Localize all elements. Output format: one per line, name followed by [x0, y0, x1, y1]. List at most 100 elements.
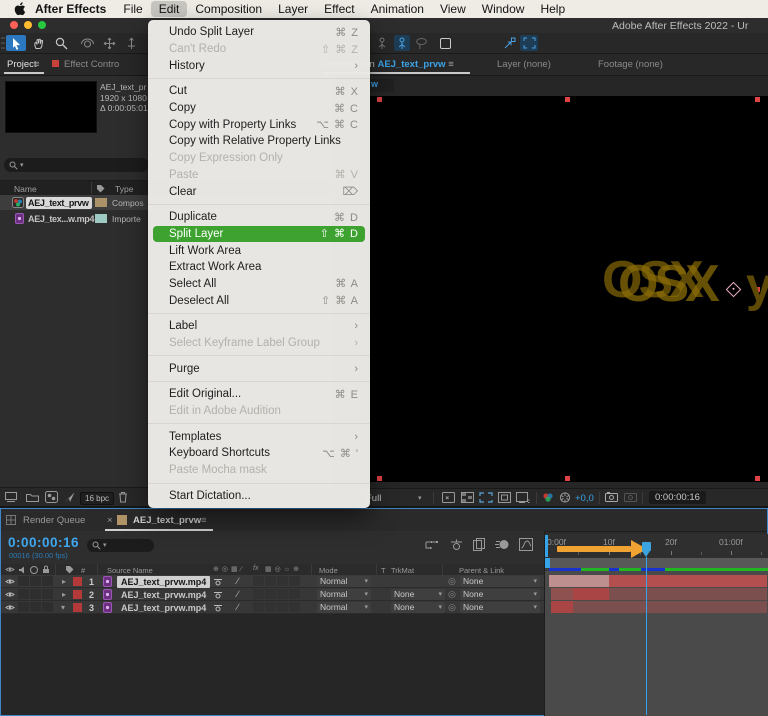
tab-layer[interactable]: Layer (none)	[497, 59, 551, 70]
menubar-item[interactable]: Effect	[316, 1, 362, 17]
playhead-grabber[interactable]	[642, 542, 651, 551]
folder-icon[interactable]	[26, 492, 39, 502]
layer-row-1[interactable]: ▸ 1 AEJ_text_prvw.mp4 ∕ Normal▾ ◎ None▾	[1, 575, 767, 588]
rasterize-switch-icon[interactable]: ∕	[237, 602, 239, 612]
pan-camera-tool-button[interactable]	[100, 35, 118, 51]
timeline-search-input[interactable]: ▾	[87, 539, 154, 552]
layer-handle[interactable]	[565, 97, 570, 102]
transparency-grid-icon[interactable]	[461, 492, 474, 503]
selection-tool-button[interactable]	[6, 35, 26, 51]
menubar-item[interactable]: Edit	[151, 1, 188, 17]
audio-cell[interactable]	[18, 602, 29, 612]
edit-menu-item[interactable]: Select Keyframe Label Group ›	[148, 335, 370, 352]
mode-column[interactable]: Mode	[319, 566, 338, 575]
current-time-display[interactable]: 0:00:00:16	[8, 535, 79, 550]
exposure-value[interactable]: +0,0	[575, 493, 594, 504]
edit-menu-item[interactable]: Copy with Relative Property Links	[148, 133, 370, 150]
work-area-bar[interactable]	[544, 558, 768, 568]
eye-icon[interactable]	[5, 604, 15, 611]
apple-menu-icon[interactable]	[14, 2, 26, 16]
switch-cell[interactable]	[253, 576, 264, 586]
composition-tab-menu-icon[interactable]: ≡	[448, 59, 454, 70]
collapse-arrow-icon[interactable]: ▾	[61, 603, 65, 612]
edit-menu-item[interactable]: Templates ›	[148, 428, 370, 445]
layer-bar-dim[interactable]	[549, 575, 609, 587]
eye-column-icon[interactable]	[5, 566, 15, 573]
tab-timeline-comp[interactable]: AEJ_text_prvw	[133, 515, 201, 526]
edit-menu-item[interactable]: Label ›	[148, 318, 370, 335]
menubar-app-name[interactable]: After Effects	[26, 2, 115, 16]
layer-handle[interactable]	[755, 476, 760, 481]
label-column-tag-icon[interactable]	[96, 184, 105, 193]
solo-cell[interactable]	[30, 602, 41, 612]
layer-bar[interactable]	[573, 588, 609, 600]
switch-cell[interactable]	[277, 602, 288, 612]
layer-label-swatch[interactable]	[73, 603, 82, 612]
footage-label-swatch[interactable]	[95, 214, 107, 223]
pickwhip-icon[interactable]: ◎	[448, 589, 456, 600]
switches-columns-icons[interactable]: ▦◎☼⊕	[265, 565, 302, 573]
edit-menu-item[interactable]: Keyboard Shortcuts ⌥ ⌘ '	[148, 445, 370, 462]
edit-menu-item[interactable]: Lift Work Area	[148, 242, 370, 259]
menubar-item[interactable]: Animation	[363, 1, 432, 17]
switch-cell[interactable]	[277, 576, 288, 586]
zoom-window-button[interactable]	[38, 21, 46, 29]
edit-menu-item[interactable]: Purge ›	[148, 360, 370, 377]
menubar-item[interactable]: Help	[532, 1, 573, 17]
t-column[interactable]: T	[381, 566, 386, 575]
label-column-tag-icon[interactable]	[65, 565, 74, 574]
timeline-empty-left[interactable]	[1, 614, 544, 715]
menubar-item[interactable]: File	[115, 1, 150, 17]
view-layout-icon[interactable]	[442, 492, 455, 503]
layer-name[interactable]: AEJ_text_prvw.mp4	[121, 603, 206, 613]
audio-column-icon[interactable]	[18, 566, 26, 574]
edit-menu-item[interactable]: Select All ⌘ A	[148, 276, 370, 293]
mask-visibility-icon[interactable]	[498, 492, 511, 503]
eye-icon[interactable]	[5, 578, 15, 585]
parent-dropdown[interactable]: None▾	[460, 589, 540, 600]
toolbar-grip[interactable]	[1, 35, 5, 51]
switch-cell[interactable]	[265, 589, 276, 599]
layer-handle[interactable]	[565, 476, 570, 481]
tab-project[interactable]: Project	[7, 59, 37, 70]
parent-link-column[interactable]: Parent & Link	[459, 566, 504, 575]
switch-cell[interactable]	[253, 602, 264, 612]
solo-cell[interactable]	[30, 589, 41, 599]
edit-menu-item[interactable]: Copy with Property Links ⌥ ⌘ C	[148, 116, 370, 133]
puppet-pin-tool-button[interactable]	[374, 35, 390, 51]
comp-mini-flowchart-icon[interactable]	[424, 539, 438, 551]
edit-menu-item[interactable]: History ›	[148, 57, 370, 74]
zoom-tool-button[interactable]	[52, 35, 70, 51]
frame-blending-icon[interactable]	[473, 538, 485, 551]
orbit-camera-tool-button[interactable]	[78, 35, 96, 51]
edit-menu-item[interactable]: Clear ⌦	[148, 183, 370, 200]
switch-cell[interactable]	[277, 589, 288, 599]
edit-menu-item[interactable]: Edit in Adobe Audition	[148, 403, 370, 420]
menubar-item[interactable]: Layer	[270, 1, 316, 17]
current-time-indicator-line[interactable]	[646, 557, 647, 715]
tab-effect-controls[interactable]: Effect Contro	[64, 59, 119, 70]
audio-cell[interactable]	[18, 576, 29, 586]
viewer-timecode[interactable]: 0:00:00:16	[649, 491, 706, 504]
switch-cell[interactable]	[289, 589, 300, 599]
lasso-tool-button[interactable]	[413, 35, 429, 51]
switch-cell[interactable]	[253, 589, 264, 599]
edit-menu-item[interactable]: Undo Split Layer ⌘ Z	[148, 24, 370, 41]
layer-bar[interactable]	[551, 601, 573, 613]
puppet-pin-tool-active-button[interactable]	[394, 35, 410, 51]
solo-column-icon[interactable]	[30, 566, 38, 574]
lock-cell[interactable]	[42, 602, 53, 612]
layer-label-swatch[interactable]	[73, 577, 82, 586]
edit-menu-item[interactable]: Deselect All ⇧ ⌘ A	[148, 292, 370, 309]
edit-menu-item[interactable]: Duplicate ⌘ D	[148, 209, 370, 226]
close-window-button[interactable]	[10, 21, 18, 29]
layer-name-selected[interactable]: AEJ_text_prvw.mp4	[117, 576, 210, 588]
lock-cell[interactable]	[42, 576, 53, 586]
layer-row-2[interactable]: ▸ 2 AEJ_text_prvw.mp4 ∕ Normal▾ None▾ ◎ …	[1, 588, 767, 601]
source-name-column[interactable]: Source Name	[107, 566, 153, 575]
layer-bar[interactable]	[609, 575, 767, 587]
layer-handle[interactable]	[377, 476, 382, 481]
panel-grid-icon[interactable]	[6, 515, 16, 525]
layer-row-3[interactable]: ▾ 3 AEJ_text_prvw.mp4 ∕ Normal▾ None▾ ◎ …	[1, 601, 767, 614]
hand-tool-button[interactable]	[30, 35, 48, 51]
